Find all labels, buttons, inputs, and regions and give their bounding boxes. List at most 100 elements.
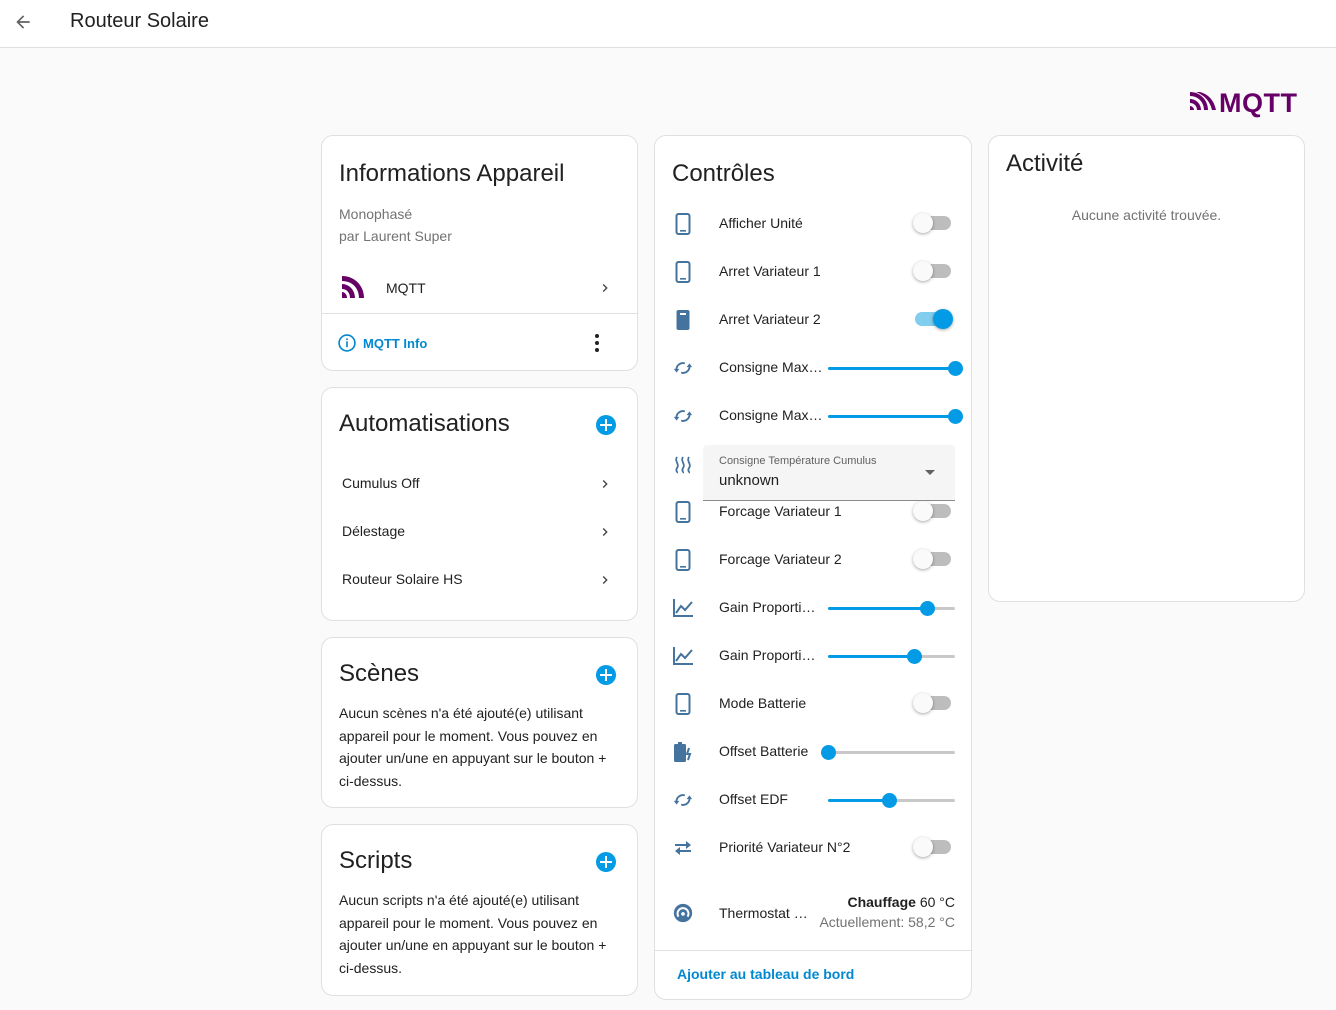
value-slider[interactable] xyxy=(828,409,963,424)
thermostat-row[interactable]: Thermostat … Chauffage 60 °C Actuellemen… xyxy=(655,889,971,937)
more-options-icon[interactable] xyxy=(585,329,609,357)
control-row: Consigne Max… xyxy=(655,392,971,440)
toggle-knob xyxy=(913,693,933,713)
control-label[interactable]: Forcage Variateur 2 xyxy=(719,551,842,567)
toggle-switch[interactable] xyxy=(913,213,951,233)
slider-thumb[interactable] xyxy=(948,361,963,376)
activity-title: Activité xyxy=(1006,150,1084,177)
add-to-dashboard-link[interactable]: Ajouter au tableau de bord xyxy=(677,966,854,982)
slider-fill xyxy=(828,367,955,370)
mqtt-logo-text: MQTT xyxy=(1219,87,1298,118)
mqtt-logo: MQTT xyxy=(1190,87,1302,119)
phone-icon xyxy=(671,500,695,524)
toggle-switch[interactable] xyxy=(913,261,951,281)
device-model: Monophasé xyxy=(339,206,413,222)
value-slider[interactable] xyxy=(828,649,955,664)
device-info-title: Informations Appareil xyxy=(339,160,565,187)
slider-fill xyxy=(828,799,889,802)
thermostat-target: 60 °C xyxy=(919,894,955,910)
automations-title: Automatisations xyxy=(339,410,510,437)
scenes-empty-text: Aucun scènes n'a été ajouté(e) utilisant… xyxy=(339,705,607,789)
battery-charging-icon xyxy=(671,740,695,764)
toggle-switch[interactable] xyxy=(913,501,951,521)
control-label[interactable]: Afficher Unité xyxy=(719,215,803,231)
chevron-right-icon xyxy=(602,528,608,536)
automation-label: Cumulus Off xyxy=(342,475,420,491)
slider-thumb[interactable] xyxy=(821,745,836,760)
control-row: Arret Variateur 1 xyxy=(655,248,971,296)
automations-card: Automatisations Cumulus Off Délestage Ro… xyxy=(321,387,638,621)
control-row: Arret Variateur 2 xyxy=(655,296,971,344)
control-label[interactable]: Offset Batterie xyxy=(719,743,808,759)
phone-filled-icon xyxy=(671,308,695,332)
temperature-select[interactable]: Consigne Température Cumulus unknown xyxy=(703,445,955,501)
mqtt-info-link[interactable]: MQTT Info xyxy=(337,331,427,355)
control-row: Gain Proporti… xyxy=(655,632,971,680)
control-label[interactable]: Consigne Max… xyxy=(719,407,823,423)
toggle-switch[interactable] xyxy=(913,693,951,713)
page-title: Routeur Solaire xyxy=(70,10,209,32)
phone-icon xyxy=(671,692,695,716)
control-label[interactable]: Arret Variateur 1 xyxy=(719,263,821,279)
control-label[interactable]: Mode Batterie xyxy=(719,695,806,711)
value-slider[interactable] xyxy=(828,361,963,376)
value-slider[interactable] xyxy=(828,601,955,616)
heat-waves-icon xyxy=(671,453,695,477)
control-label[interactable]: Offset EDF xyxy=(719,791,788,807)
value-slider[interactable] xyxy=(821,745,955,760)
control-label[interactable]: Arret Variateur 2 xyxy=(719,311,821,327)
automation-label: Délestage xyxy=(342,523,406,539)
toggle-knob xyxy=(933,309,953,329)
control-label[interactable]: Forcage Variateur 1 xyxy=(719,503,842,519)
select-value: unknown xyxy=(719,472,780,489)
activity-card: Activité Aucune activité trouvée. xyxy=(988,135,1305,602)
control-label[interactable]: Gain Proporti… xyxy=(719,647,815,663)
mqtt-integration-icon xyxy=(342,276,368,305)
toggle-switch[interactable] xyxy=(913,549,951,569)
select-label: Consigne Température Cumulus xyxy=(719,455,877,467)
back-arrow-icon[interactable] xyxy=(10,10,36,34)
rotate-icon xyxy=(671,356,695,380)
value-slider[interactable] xyxy=(828,793,955,808)
toggle-knob xyxy=(913,261,933,281)
mqtt-info-label: MQTT Info xyxy=(363,335,428,351)
scripts-empty-text: Aucun scripts n'a été ajouté(e) utilisan… xyxy=(339,892,607,976)
control-row: Offset EDF xyxy=(655,776,971,824)
integration-label: MQTT xyxy=(386,280,426,296)
chevron-right-icon xyxy=(602,576,608,584)
scenes-card: Scènes Aucun scènes n'a été ajouté(e) ut… xyxy=(321,637,638,808)
chevron-right-icon xyxy=(602,480,608,488)
automation-item[interactable]: Cumulus Off xyxy=(322,460,637,508)
slider-fill xyxy=(828,655,915,658)
control-label[interactable]: Consigne Max… xyxy=(719,359,823,375)
slider-thumb[interactable] xyxy=(907,649,923,664)
phone-icon xyxy=(671,212,695,236)
automation-item[interactable]: Routeur Solaire HS xyxy=(322,556,637,604)
slider-fill xyxy=(828,607,928,610)
add-scene-button[interactable] xyxy=(596,665,616,685)
control-label[interactable]: Priorité Variateur N°2 xyxy=(719,839,850,855)
add-automation-button[interactable] xyxy=(596,415,616,435)
device-manufacturer: par Laurent Super xyxy=(339,228,452,244)
control-row: Afficher Unité xyxy=(655,200,971,248)
integration-row[interactable]: MQTT xyxy=(322,264,637,312)
rotate-icon xyxy=(671,788,695,812)
automation-item[interactable]: Délestage xyxy=(322,508,637,556)
controls-title: Contrôles xyxy=(672,160,775,187)
toggle-switch[interactable] xyxy=(915,309,953,329)
slider-thumb[interactable] xyxy=(948,409,963,424)
control-row: Offset Batterie xyxy=(655,728,971,776)
slider-thumb[interactable] xyxy=(920,601,936,616)
control-label[interactable]: Gain Proporti… xyxy=(719,599,815,615)
info-icon xyxy=(338,334,356,352)
chart-line-icon xyxy=(671,596,695,620)
scripts-title: Scripts xyxy=(339,847,413,874)
toggle-switch[interactable] xyxy=(913,837,951,857)
slider-thumb[interactable] xyxy=(881,793,897,808)
scenes-title: Scènes xyxy=(339,660,420,687)
add-script-button[interactable] xyxy=(596,852,616,872)
top-bar: Routeur Solaire xyxy=(0,0,1336,48)
control-row: Gain Proporti… xyxy=(655,584,971,632)
chevron-right-icon xyxy=(602,284,608,292)
toggle-knob xyxy=(913,501,933,521)
